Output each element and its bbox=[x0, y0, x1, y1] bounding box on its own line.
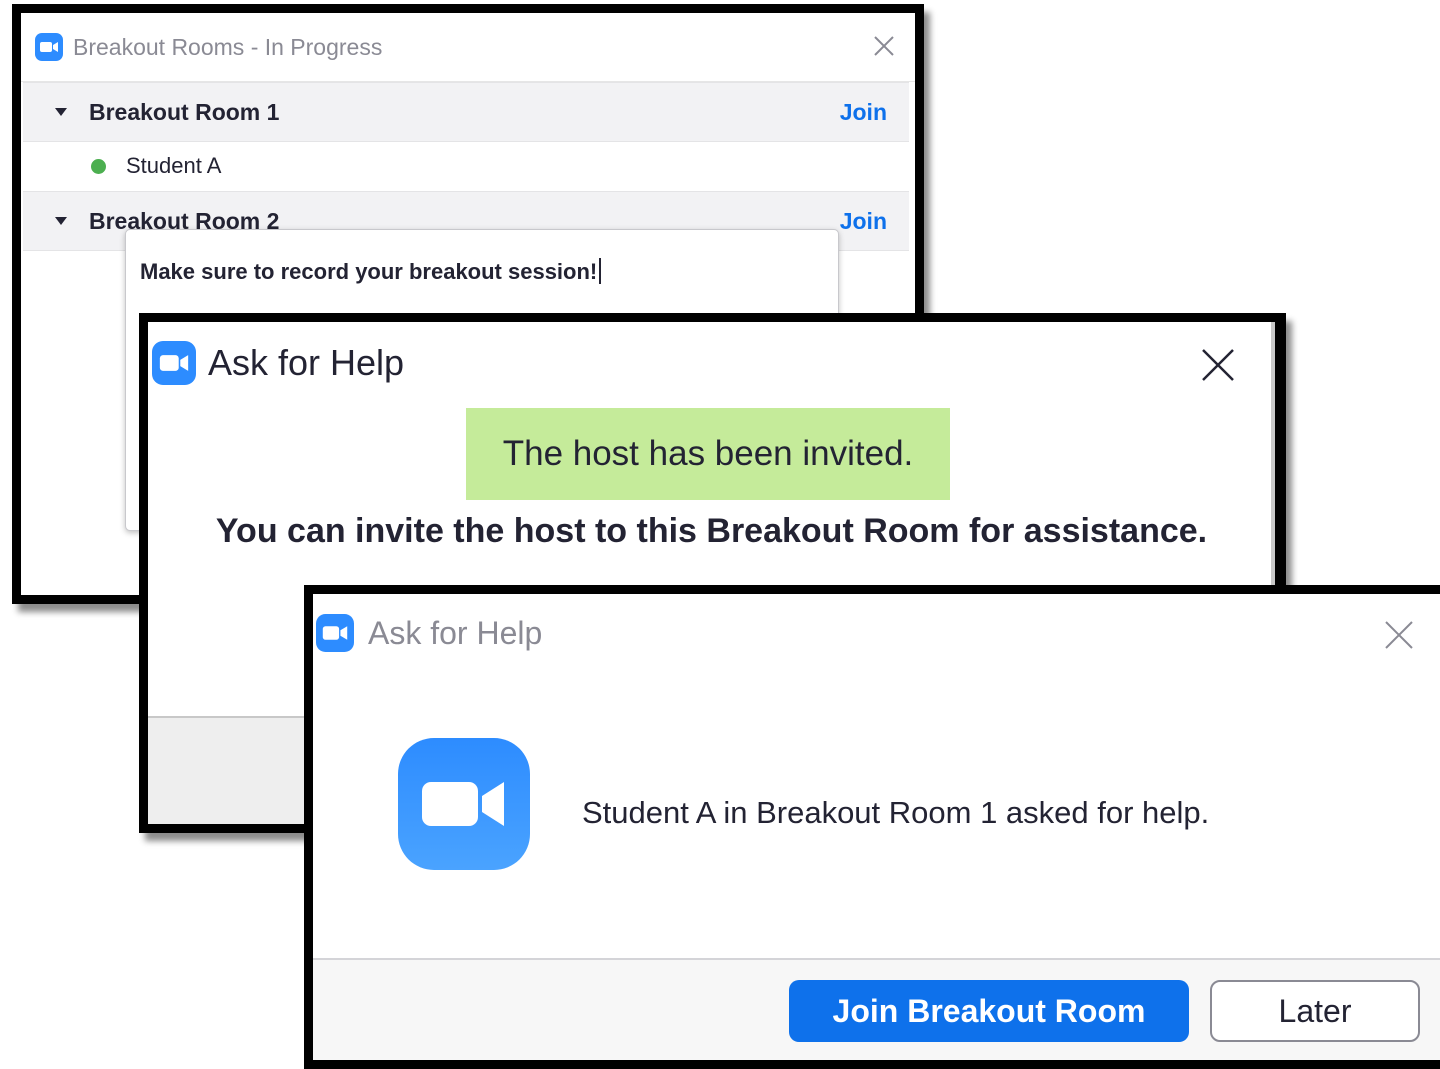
broadcast-message-text[interactable]: Make sure to record your breakout sessio… bbox=[140, 259, 597, 284]
invite-host-info: You can invite the host to this Breakout… bbox=[215, 512, 1208, 550]
zoom-logo-icon bbox=[152, 341, 196, 385]
join-breakout-room-button[interactable]: Join Breakout Room bbox=[789, 980, 1189, 1042]
caret-down-icon[interactable] bbox=[55, 217, 67, 225]
join-room-button[interactable]: Join bbox=[840, 208, 887, 235]
dialog-title: Ask for Help bbox=[368, 614, 543, 651]
ask-for-help-request-dialog: Ask for Help Student A in Breakout Room … bbox=[304, 585, 1440, 1069]
titlebar: Ask for Help bbox=[313, 594, 1440, 672]
titlebar: Ask for Help bbox=[148, 322, 1275, 404]
later-button[interactable]: Later bbox=[1210, 980, 1420, 1042]
zoom-camera-icon bbox=[398, 738, 530, 870]
broadcast-text-wrap: Make sure to record your breakout sessio… bbox=[140, 258, 602, 285]
zoom-logo-icon bbox=[35, 33, 63, 61]
titlebar: Breakout Rooms - In Progress bbox=[21, 13, 915, 82]
room-name: Breakout Room 1 bbox=[89, 98, 280, 125]
caret-down-icon[interactable] bbox=[55, 108, 67, 116]
zoom-logo-icon bbox=[316, 614, 354, 652]
dialog-footer: Join Breakout Room Later bbox=[313, 958, 1440, 1060]
join-room-button[interactable]: Join bbox=[840, 99, 887, 126]
member-row: Student A bbox=[23, 141, 909, 191]
dialog-title: Ask for Help bbox=[208, 342, 405, 383]
host-invited-notice: The host has been invited. bbox=[466, 408, 950, 500]
text-cursor bbox=[599, 258, 602, 284]
close-icon[interactable] bbox=[1384, 620, 1414, 650]
help-request-message: Student A in Breakout Room 1 asked for h… bbox=[582, 795, 1210, 830]
close-icon[interactable] bbox=[871, 33, 897, 59]
member-name: Student A bbox=[126, 153, 222, 178]
online-dot-icon bbox=[91, 158, 106, 174]
breakout-room-row[interactable]: Breakout Room 1 Join bbox=[23, 82, 909, 142]
close-icon[interactable] bbox=[1201, 348, 1235, 382]
window-title: Breakout Rooms - In Progress bbox=[73, 33, 383, 60]
